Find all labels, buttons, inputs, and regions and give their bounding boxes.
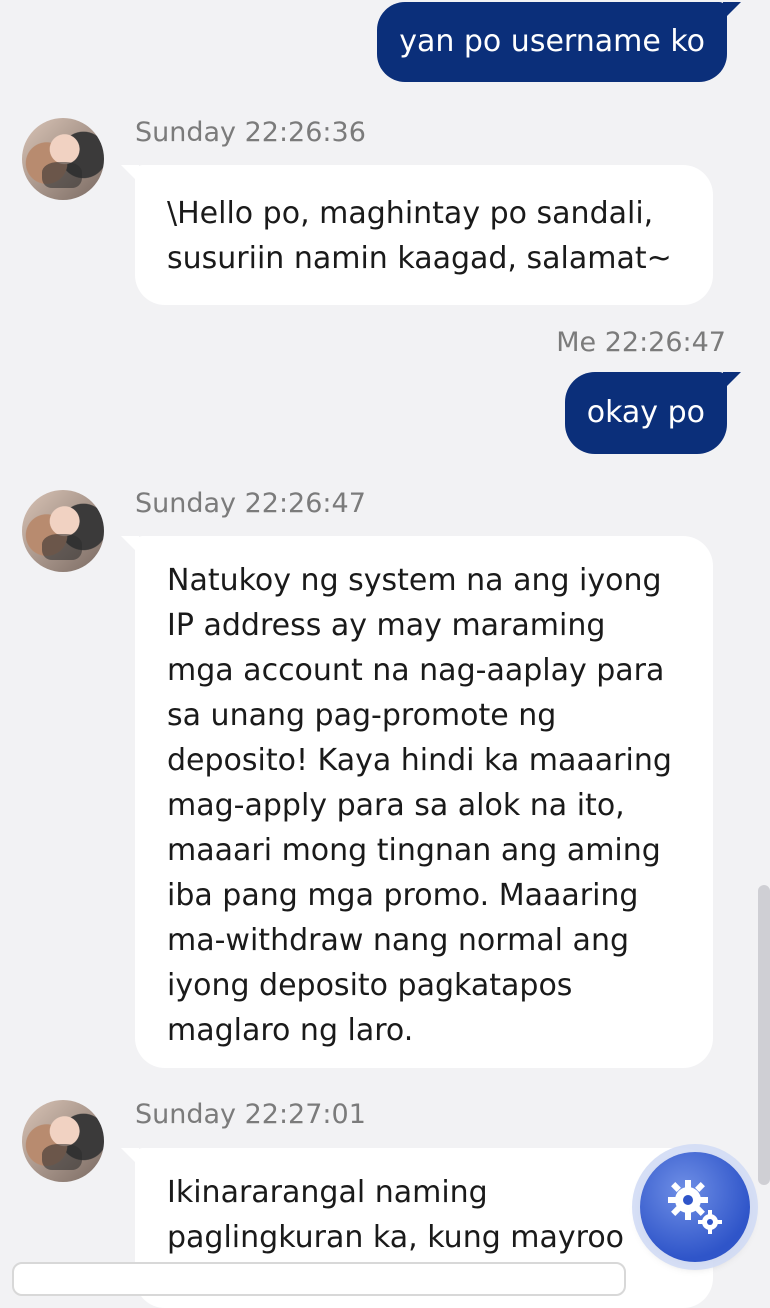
- outgoing-message-bubble: okay po: [564, 372, 742, 454]
- agent-avatar: [22, 1100, 104, 1182]
- message-text: yan po username ko: [399, 24, 705, 59]
- agent-avatar: [22, 490, 104, 572]
- message-sender-time: Sunday 22:27:01: [135, 1099, 366, 1130]
- chat-window: yan po username ko Sunday 22:26:36 \Hell…: [0, 0, 770, 1308]
- gears-icon: [668, 1180, 722, 1234]
- message-input[interactable]: [12, 1262, 626, 1296]
- incoming-message-bubble: \Hello po, maghintay po sandali, susurii…: [121, 165, 713, 305]
- message-text: \Hello po, maghintay po sandali, susurii…: [167, 196, 672, 276]
- outgoing-message-bubble: yan po username ko: [377, 2, 741, 82]
- message-sender-time: Me 22:26:47: [556, 327, 726, 358]
- agent-avatar: [22, 118, 104, 200]
- incoming-message-bubble: Natukoy ng system na ang iyong IP addres…: [121, 536, 713, 1068]
- message-sender-time: Sunday 22:26:47: [135, 488, 366, 519]
- message-text: Natukoy ng system na ang iyong IP addres…: [167, 563, 672, 1048]
- settings-button[interactable]: [640, 1152, 750, 1262]
- message-sender-time: Sunday 22:26:36: [135, 117, 366, 148]
- message-text: Ikinararangal naming paglingkuran ka, ku…: [167, 1175, 625, 1255]
- message-text: okay po: [586, 395, 705, 430]
- scrollbar[interactable]: [758, 885, 770, 1185]
